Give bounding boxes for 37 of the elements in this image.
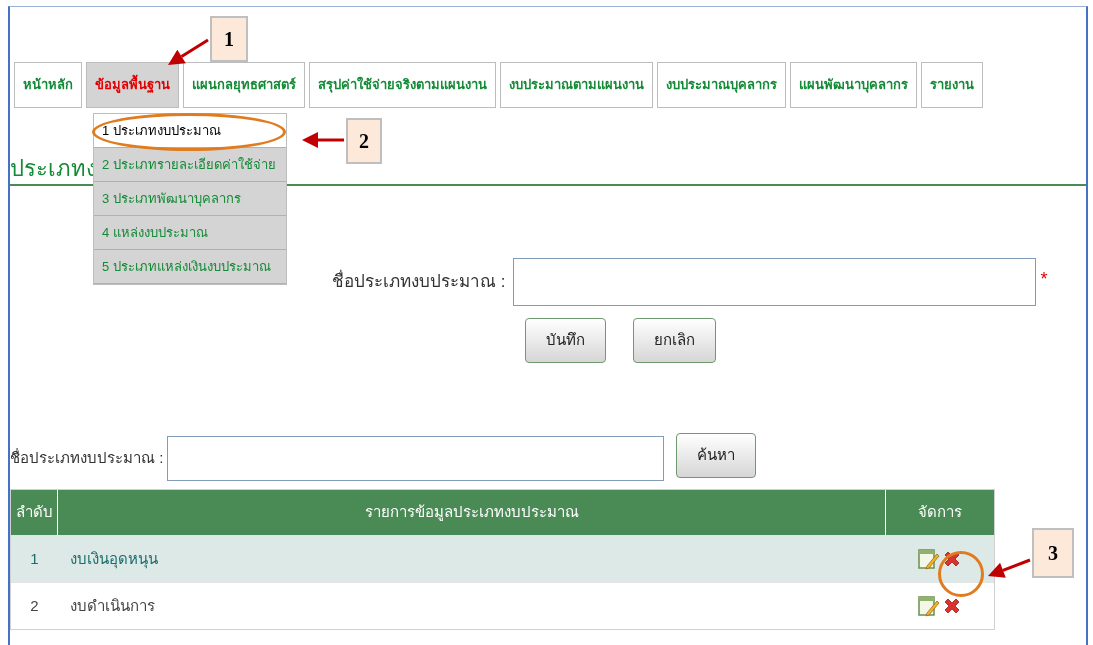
nav-tab[interactable]: งบประมาณตามแผนงาน xyxy=(500,62,653,108)
callout-arrow xyxy=(302,132,344,148)
search-button[interactable]: ค้นหา xyxy=(676,433,757,478)
delete-icon[interactable] xyxy=(942,549,962,569)
callout-number: 2 xyxy=(346,118,382,164)
menu-item[interactable]: 1 ประเภทงบประมาณ xyxy=(94,114,286,148)
edit-icon[interactable] xyxy=(918,595,940,617)
cancel-button[interactable]: ยกเลิก xyxy=(633,318,716,363)
callout-number: 1 xyxy=(210,16,248,62)
delete-icon[interactable] xyxy=(942,596,962,616)
nav-tab[interactable]: ข้อมูลพื้นฐาน xyxy=(86,62,179,108)
menu-item[interactable]: 4 แหล่งงบประมาณ xyxy=(94,216,286,250)
field-label: ชื่อประเภทงบประมาณ : xyxy=(10,447,164,469)
nav-tab[interactable]: หน้าหลัก xyxy=(14,62,82,108)
edit-icon[interactable] xyxy=(918,548,940,570)
menu-item[interactable]: 5 ประเภทแหล่งเงินงบประมาณ xyxy=(94,250,286,284)
callout-arrow xyxy=(988,558,1031,578)
table-cell-text: 1 xyxy=(30,548,39,569)
required-mark: * xyxy=(1040,268,1048,291)
menu-item[interactable]: 3 ประเภทพัฒนาบุคลากร xyxy=(94,182,286,216)
table-cell-text: งบเงินอุดหนุน xyxy=(70,548,158,571)
callout-arrow xyxy=(168,38,209,65)
field-label: ชื่อประเภทงบประมาณ : xyxy=(332,269,506,295)
nav-tab[interactable]: งบประมาณบุคลากร xyxy=(657,62,786,108)
nav-tab[interactable]: แผนกลยุทธศาสตร์ xyxy=(183,62,305,108)
search-field[interactable] xyxy=(167,436,665,481)
table-cell-text: งบดำเนินการ xyxy=(70,595,155,616)
nav-tab[interactable]: สรุปค่าใช้จ่ายจริงตามแผนงาน xyxy=(309,62,496,108)
table-row[interactable]: 1 งบเงินอุดหนุน xyxy=(11,535,994,582)
table-cell-text: 2 xyxy=(30,595,39,616)
nav-tab[interactable]: รายงาน xyxy=(921,62,983,108)
budget-type-name-field[interactable] xyxy=(513,258,1037,306)
save-button[interactable]: บันทึก xyxy=(525,318,606,363)
column-header: จัดการ xyxy=(917,502,963,523)
menu-item[interactable]: 2 ประเภทรายละเอียดค่าใช้จ่าย xyxy=(94,148,286,182)
nav-tab[interactable]: แผนพัฒนาบุคลากร xyxy=(790,62,917,108)
callout-number: 3 xyxy=(1032,528,1074,578)
